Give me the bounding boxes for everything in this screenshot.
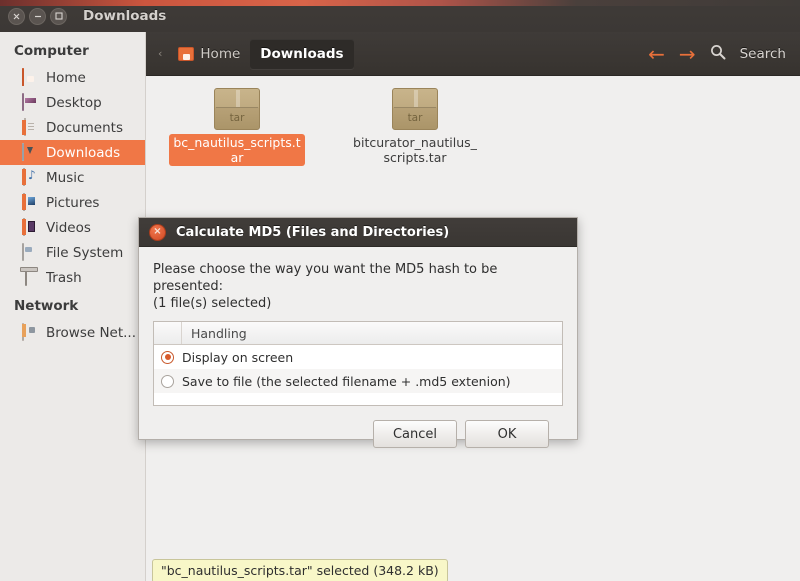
list-header-row: Handling <box>154 322 562 345</box>
window-title: Downloads <box>83 8 167 24</box>
sidebar-heading-computer: Computer <box>14 43 89 59</box>
toolbar: ‹ Home Downloads ← → Search <box>146 32 800 76</box>
sidebar-item-label: Desktop <box>46 94 102 111</box>
dialog-body: Please choose the way you want the MD5 h… <box>139 247 577 448</box>
tar-archive-icon: tar <box>214 88 260 130</box>
titlebar-glow <box>0 0 800 6</box>
sidebar-item-label: Pictures <box>46 194 100 211</box>
sidebar-item-label: File System <box>46 244 124 261</box>
sidebar-item-label: Videos <box>46 219 91 236</box>
file-item[interactable]: tar bc_nautilus_scripts.tar <box>166 88 308 166</box>
trash-icon <box>22 268 39 286</box>
downloads-icon <box>22 143 39 161</box>
option-label: Display on screen <box>182 349 294 365</box>
breadcrumb-downloads[interactable]: Downloads <box>250 38 354 69</box>
radio-button-display-on-screen[interactable] <box>161 350 174 364</box>
dialog-titlebar: × Calculate MD5 (Files and Directories) <box>139 218 577 247</box>
sidebar: Computer Home Desktop Documents Download… <box>0 32 146 581</box>
videos-icon <box>22 218 39 236</box>
sidebar-item-label: Documents <box>46 119 123 136</box>
pictures-icon <box>22 193 39 211</box>
home-icon <box>22 68 39 86</box>
sidebar-item-trash[interactable]: Trash <box>0 265 145 290</box>
music-icon <box>22 168 39 186</box>
close-icon[interactable] <box>8 7 25 25</box>
calculate-md5-dialog: × Calculate MD5 (Files and Directories) … <box>138 217 578 448</box>
sidebar-item-label: Downloads <box>46 144 121 161</box>
sidebar-item-home[interactable]: Home <box>0 65 145 90</box>
file-manager-window: Downloads Computer Home Desktop Document… <box>0 0 800 581</box>
sidebar-item-label: Music <box>46 169 85 186</box>
sidebar-item-label: Home <box>46 69 86 86</box>
tar-type-label: tar <box>229 112 245 124</box>
sidebar-item-music[interactable]: Music <box>0 165 145 190</box>
dialog-prompt-line-2: (1 file(s) selected) <box>153 296 272 311</box>
column-header-radio <box>154 322 182 344</box>
sidebar-item-pictures[interactable]: Pictures <box>0 190 145 215</box>
search-label[interactable]: Search <box>740 46 786 62</box>
file-system-icon <box>22 243 39 261</box>
toolbar-right-group: ← → Search <box>648 44 800 64</box>
breadcrumb-home[interactable]: Home <box>168 39 250 69</box>
back-icon[interactable]: ← <box>648 44 665 64</box>
breadcrumb-label: Home <box>200 45 241 62</box>
sidebar-item-downloads[interactable]: Downloads <box>0 140 145 165</box>
home-icon <box>178 46 195 61</box>
status-bar: "bc_nautilus_scripts.tar" selected (348.… <box>152 559 448 581</box>
sidebar-item-videos[interactable]: Videos <box>0 215 145 240</box>
radio-button-save-to-file[interactable] <box>161 374 174 388</box>
desktop-icon <box>22 93 39 111</box>
window-controls <box>8 7 67 25</box>
minimize-icon[interactable] <box>29 7 46 25</box>
sidebar-item-browse-network[interactable]: Browse Net... <box>0 320 145 345</box>
cancel-button[interactable]: Cancel <box>373 420 457 448</box>
file-name-label: bc_nautilus_scripts.tar <box>169 134 305 166</box>
sidebar-item-documents[interactable]: Documents <box>0 115 145 140</box>
network-icon <box>22 323 39 341</box>
sidebar-item-file-system[interactable]: File System <box>0 240 145 265</box>
tar-archive-icon: tar <box>392 88 438 130</box>
tar-type-label: tar <box>407 112 423 124</box>
breadcrumb-label: Downloads <box>260 45 344 62</box>
dialog-action-buttons: Cancel OK <box>153 406 563 448</box>
window-titlebar: Downloads <box>0 0 800 32</box>
file-name-label: bitcurator_nautilus_scripts.tar <box>353 135 477 165</box>
documents-icon <box>22 118 39 136</box>
sidebar-heading-network: Network <box>14 298 79 314</box>
option-row-display-on-screen[interactable]: Display on screen <box>154 345 562 369</box>
file-grid: tar bc_nautilus_scripts.tar tar bitcurat… <box>146 76 800 166</box>
dialog-title: Calculate MD5 (Files and Directories) <box>176 224 450 240</box>
option-label: Save to file (the selected filename + .m… <box>182 373 511 389</box>
sidebar-item-label: Trash <box>46 269 82 286</box>
ok-button[interactable]: OK <box>465 420 549 448</box>
file-item[interactable]: tar bitcurator_nautilus_scripts.tar <box>344 88 486 166</box>
sidebar-item-desktop[interactable]: Desktop <box>0 90 145 115</box>
dialog-prompt: Please choose the way you want the MD5 h… <box>153 261 563 312</box>
column-header-handling: Handling <box>191 325 247 341</box>
handling-option-list[interactable]: Handling Display on screen Save to file … <box>153 321 563 406</box>
forward-icon[interactable]: → <box>679 44 696 64</box>
dialog-prompt-line-1: Please choose the way you want the MD5 h… <box>153 262 498 294</box>
sidebar-item-label: Browse Net... <box>46 324 137 341</box>
breadcrumb-separator-icon: ‹ <box>158 47 163 60</box>
close-icon[interactable]: × <box>149 223 166 241</box>
search-icon[interactable] <box>710 44 726 64</box>
option-row-save-to-file[interactable]: Save to file (the selected filename + .m… <box>154 369 562 393</box>
maximize-icon[interactable] <box>50 7 67 25</box>
